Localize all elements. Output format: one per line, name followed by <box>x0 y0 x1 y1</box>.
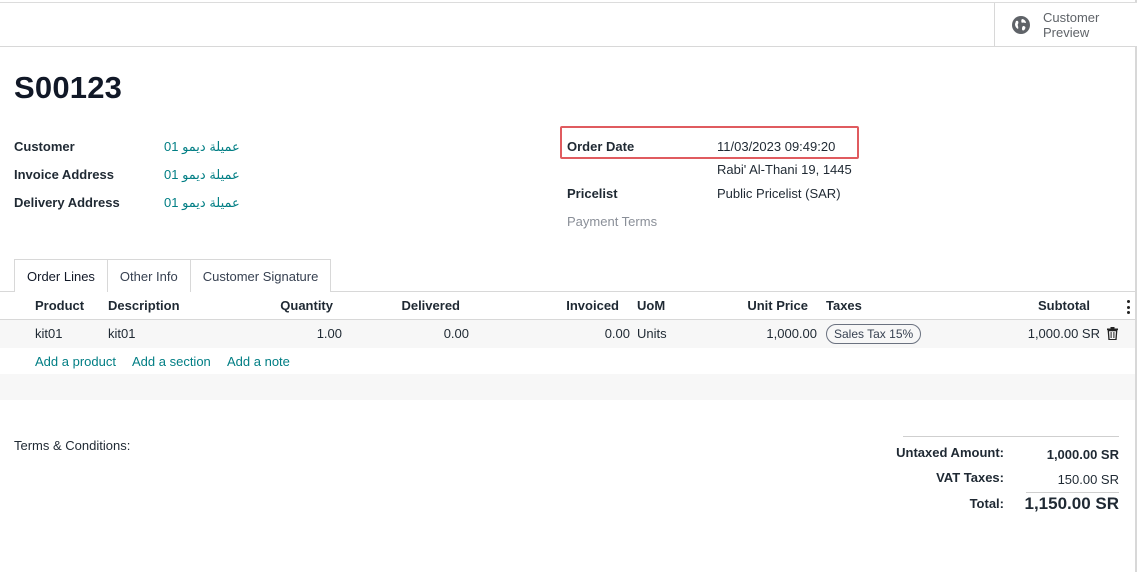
delivery-address-label: Delivery Address <box>14 195 120 210</box>
order-reference: S00123 <box>14 70 123 105</box>
pricelist-label: Pricelist <box>567 186 618 201</box>
order-lines-header: Product Description Quantity Delivered I… <box>0 292 1135 320</box>
payment-terms-label: Payment Terms <box>567 214 658 229</box>
empty-row <box>0 374 1135 400</box>
table-row[interactable]: kit01 kit01 1.00 0.00 0.00 Units 1,000.0… <box>0 320 1135 348</box>
add-product-link[interactable]: Add a product <box>35 354 116 369</box>
total-divider <box>1026 492 1119 493</box>
terms-conditions-label[interactable]: Terms & Conditions: <box>14 438 130 453</box>
customer-label: Customer <box>14 139 75 154</box>
untaxed-amount-value: 1,000.00 SR <box>1046 447 1119 462</box>
invoice-address-value[interactable]: عميلة ديمو 01 <box>164 167 240 183</box>
column-unit-price[interactable]: Unit Price <box>708 298 808 313</box>
total-value: 1,150.00 SR <box>1024 494 1119 513</box>
order-date-hijri: Rabi' Al-Thani 19, 1445 <box>717 162 852 177</box>
trash-icon[interactable] <box>1107 327 1118 340</box>
order-date-label: Order Date <box>567 139 635 154</box>
notebook-tabs: Order Lines Other Info Customer Signatur… <box>14 259 332 292</box>
row-description[interactable]: kit01 <box>108 326 135 341</box>
row-unit-price[interactable]: 1,000.00 <box>717 326 817 341</box>
add-section-link[interactable]: Add a section <box>132 354 211 369</box>
tab-customer-signature[interactable]: Customer Signature <box>190 259 332 292</box>
add-note-link[interactable]: Add a note <box>227 354 290 369</box>
row-product[interactable]: kit01 <box>35 326 62 341</box>
column-invoiced[interactable]: Invoiced <box>519 298 619 313</box>
invoice-address-label: Invoice Address <box>14 167 114 182</box>
column-uom[interactable]: UoM <box>637 298 665 313</box>
tax-badge[interactable]: Sales Tax 15% <box>826 324 922 344</box>
customer-preview-button[interactable]: Customer Preview <box>994 3 1135 47</box>
vat-taxes-label: VAT Taxes: <box>936 470 1004 485</box>
row-delivered: 0.00 <box>443 326 469 341</box>
untaxed-amount-label: Untaxed Amount: <box>896 445 1004 460</box>
column-quantity[interactable]: Quantity <box>233 298 333 313</box>
row-uom[interactable]: Units <box>637 326 667 341</box>
vat-taxes-value: 150.00 SR <box>1057 472 1119 487</box>
tab-other-info[interactable]: Other Info <box>107 259 191 292</box>
customer-preview-label: Customer Preview <box>1043 10 1100 40</box>
totals-divider <box>903 436 1119 437</box>
add-line-row: Add a product Add a section Add a note <box>0 348 1135 374</box>
column-subtotal[interactable]: Subtotal <box>990 298 1090 313</box>
column-taxes[interactable]: Taxes <box>826 298 862 313</box>
row-invoiced: 0.00 <box>604 326 630 341</box>
column-delivered[interactable]: Delivered <box>360 298 460 313</box>
delivery-address-value[interactable]: عميلة ديمو 01 <box>164 195 240 211</box>
total-label: Total: <box>969 496 1004 511</box>
order-date-value[interactable]: 11/03/2023 09:49:20 <box>717 139 835 154</box>
optional-columns-icon[interactable] <box>1126 300 1130 314</box>
globe-icon <box>1012 16 1030 34</box>
column-product[interactable]: Product <box>35 298 84 313</box>
column-description[interactable]: Description <box>108 298 180 313</box>
control-panel: Customer Preview <box>0 2 1137 47</box>
row-quantity[interactable]: 1.00 <box>242 326 342 341</box>
row-subtotal: 1,000.00 SR <box>1027 326 1100 341</box>
tab-order-lines[interactable]: Order Lines <box>14 259 108 292</box>
customer-value[interactable]: عميلة ديمو 01 <box>164 139 240 155</box>
pricelist-value[interactable]: Public Pricelist (SAR) <box>717 186 841 201</box>
